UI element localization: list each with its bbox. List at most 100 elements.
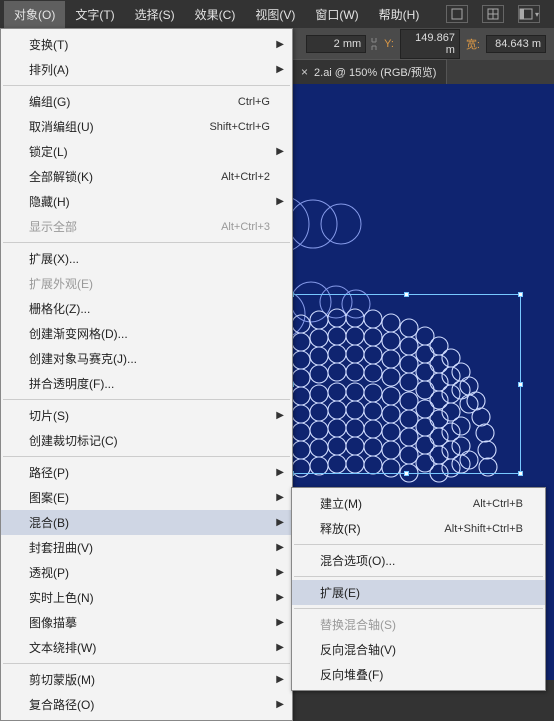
object-menu-item[interactable]: 复合路径(O)▶ — [1, 692, 292, 717]
menu-select[interactable]: 选择(S) — [125, 1, 185, 28]
menu-separator — [3, 242, 290, 243]
menu-type[interactable]: 文字(T) — [65, 1, 124, 28]
layout-icon[interactable]: ▾ — [518, 5, 540, 23]
menu-item-label: 扩展外观(E) — [29, 275, 270, 292]
menu-item-label: 建立(M) — [320, 495, 473, 512]
menu-shortcut: Alt+Ctrl+B — [473, 498, 523, 510]
object-menu-item[interactable]: 创建渐变网格(D)... — [1, 321, 292, 346]
object-menu-item[interactable]: 创建对象马赛克(J)... — [1, 346, 292, 371]
object-menu-item[interactable]: 排列(A)▶ — [1, 57, 292, 82]
x-field[interactable]: 2 mm — [306, 35, 366, 53]
submenu-arrow-icon: ▶ — [276, 196, 284, 207]
menu-object[interactable]: 对象(O) — [4, 1, 65, 28]
menu-separator — [3, 663, 290, 664]
submenu-arrow-icon: ▶ — [276, 517, 284, 528]
object-menu-item[interactable]: 变换(T) ▶ — [1, 32, 292, 57]
submenu-arrow-icon: ▶ — [276, 467, 284, 478]
blend-menu-item[interactable]: 扩展(E) — [292, 580, 545, 605]
blend-menu-item[interactable]: 建立(M)Alt+Ctrl+B — [292, 491, 545, 516]
sel-handle-se[interactable] — [518, 471, 523, 476]
object-menu-item[interactable]: 透视(P) ▶ — [1, 560, 292, 585]
y-label: Y: — [384, 38, 394, 50]
menu-view[interactable]: 视图(V) — [245, 1, 305, 28]
menu-item-label: 变换(T) — [29, 36, 270, 53]
menu-item-label: 扩展(X)... — [29, 250, 270, 267]
object-menu-item[interactable]: 全部解锁(K)Alt+Ctrl+2 — [1, 164, 292, 189]
submenu-arrow-icon: ▶ — [276, 642, 284, 653]
grid-icon[interactable] — [482, 5, 504, 23]
menu-item-label: 隐藏(H) — [29, 193, 270, 210]
sel-handle-e[interactable] — [518, 382, 523, 387]
menu-item-label: 路径(P) — [29, 464, 270, 481]
menu-separator — [294, 544, 543, 545]
menu-item-label: 图案(E) — [29, 489, 270, 506]
submenu-arrow-icon: ▶ — [276, 617, 284, 628]
menu-separator — [294, 576, 543, 577]
object-menu-item[interactable]: 切片(S) ▶ — [1, 403, 292, 428]
blend-menu-item[interactable]: 混合选项(O)... — [292, 548, 545, 573]
menu-item-label: 创建对象马赛克(J)... — [29, 350, 270, 367]
selection-box[interactable] — [291, 294, 521, 474]
object-menu-item[interactable]: 创建裁切标记(C) — [1, 428, 292, 453]
submenu-arrow-icon: ▶ — [276, 39, 284, 50]
menu-separator — [294, 608, 543, 609]
menu-item-label: 反向混合轴(V) — [320, 641, 523, 658]
y-field[interactable]: 149.867 m — [400, 29, 460, 59]
doc-icon[interactable] — [446, 5, 468, 23]
w-field[interactable]: 84.643 m — [486, 35, 546, 53]
menu-item-label: 切片(S) — [29, 407, 270, 424]
object-menu-item[interactable]: 图像描摹 ▶ — [1, 610, 292, 635]
menu-item-label: 拼合透明度(F)... — [29, 375, 270, 392]
object-menu-item[interactable]: 扩展(X)... — [1, 246, 292, 271]
menu-item-label: 反向堆叠(F) — [320, 666, 523, 683]
menu-shortcut: Shift+Ctrl+G — [209, 121, 270, 133]
submenu-arrow-icon: ▶ — [276, 592, 284, 603]
menu-shortcut: Ctrl+G — [238, 96, 270, 108]
menu-item-label: 透视(P) — [29, 564, 270, 581]
object-menu-item[interactable]: 实时上色(N)▶ — [1, 585, 292, 610]
object-menu-item[interactable]: 隐藏(H) ▶ — [1, 189, 292, 214]
object-menu-item: 显示全部Alt+Ctrl+3 — [1, 214, 292, 239]
submenu-arrow-icon: ▶ — [276, 492, 284, 503]
menu-shortcut: Alt+Shift+Ctrl+B — [444, 523, 523, 535]
menu-shortcut: Alt+Ctrl+2 — [221, 171, 270, 183]
object-menu-item[interactable]: 锁定(L)▶ — [1, 139, 292, 164]
close-icon[interactable]: × — [301, 65, 308, 79]
submenu-arrow-icon: ▶ — [276, 410, 284, 421]
menu-help[interactable]: 帮助(H) — [369, 1, 430, 28]
menu-effect[interactable]: 效果(C) — [185, 1, 246, 28]
link-icon[interactable] — [370, 36, 378, 52]
blend-menu-item[interactable]: 反向混合轴(V) — [292, 637, 545, 662]
object-menu-item[interactable]: 编组(G)Ctrl+G — [1, 89, 292, 114]
object-menu-item[interactable]: 拼合透明度(F)... — [1, 371, 292, 396]
sel-handle-s[interactable] — [404, 471, 409, 476]
menu-separator — [3, 456, 290, 457]
file-tab[interactable]: × 2.ai @ 150% (RGB/预览) — [290, 59, 447, 84]
blend-menu-item[interactable]: 释放(R)Alt+Shift+Ctrl+B — [292, 516, 545, 541]
menu-item-label: 替换混合轴(S) — [320, 616, 523, 633]
menu-item-label: 复合路径(O) — [29, 696, 270, 713]
menu-window[interactable]: 窗口(W) — [305, 1, 368, 28]
menu-item-label: 创建裁切标记(C) — [29, 432, 270, 449]
sel-handle-ne[interactable] — [518, 292, 523, 297]
object-menu-item[interactable]: 文本绕排(W)▶ — [1, 635, 292, 660]
menu-item-label: 显示全部 — [29, 218, 221, 235]
object-menu-item[interactable]: 路径(P) ▶ — [1, 460, 292, 485]
sel-handle-n[interactable] — [404, 292, 409, 297]
submenu-arrow-icon: ▶ — [276, 567, 284, 578]
menu-item-label: 排列(A) — [29, 61, 270, 78]
menu-item-label: 图像描摹 — [29, 614, 270, 631]
menu-item-label: 栅格化(Z)... — [29, 300, 270, 317]
menu-separator — [3, 85, 290, 86]
object-menu-item[interactable]: 图案(E) ▶ — [1, 485, 292, 510]
object-menu-item[interactable]: 混合(B)▶ — [1, 510, 292, 535]
object-menu-item[interactable]: 取消编组(U)Shift+Ctrl+G — [1, 114, 292, 139]
menu-item-label: 全部解锁(K) — [29, 168, 221, 185]
object-menu-item[interactable]: 封套扭曲(V)▶ — [1, 535, 292, 560]
object-menu-item[interactable]: 栅格化(Z)... — [1, 296, 292, 321]
tab-label: 2.ai @ 150% (RGB/预览) — [314, 64, 436, 80]
menu-item-label: 取消编组(U) — [29, 118, 209, 135]
blend-menu-item[interactable]: 反向堆叠(F) — [292, 662, 545, 687]
submenu-arrow-icon: ▶ — [276, 542, 284, 553]
menu-item-label: 编组(G) — [29, 93, 238, 110]
